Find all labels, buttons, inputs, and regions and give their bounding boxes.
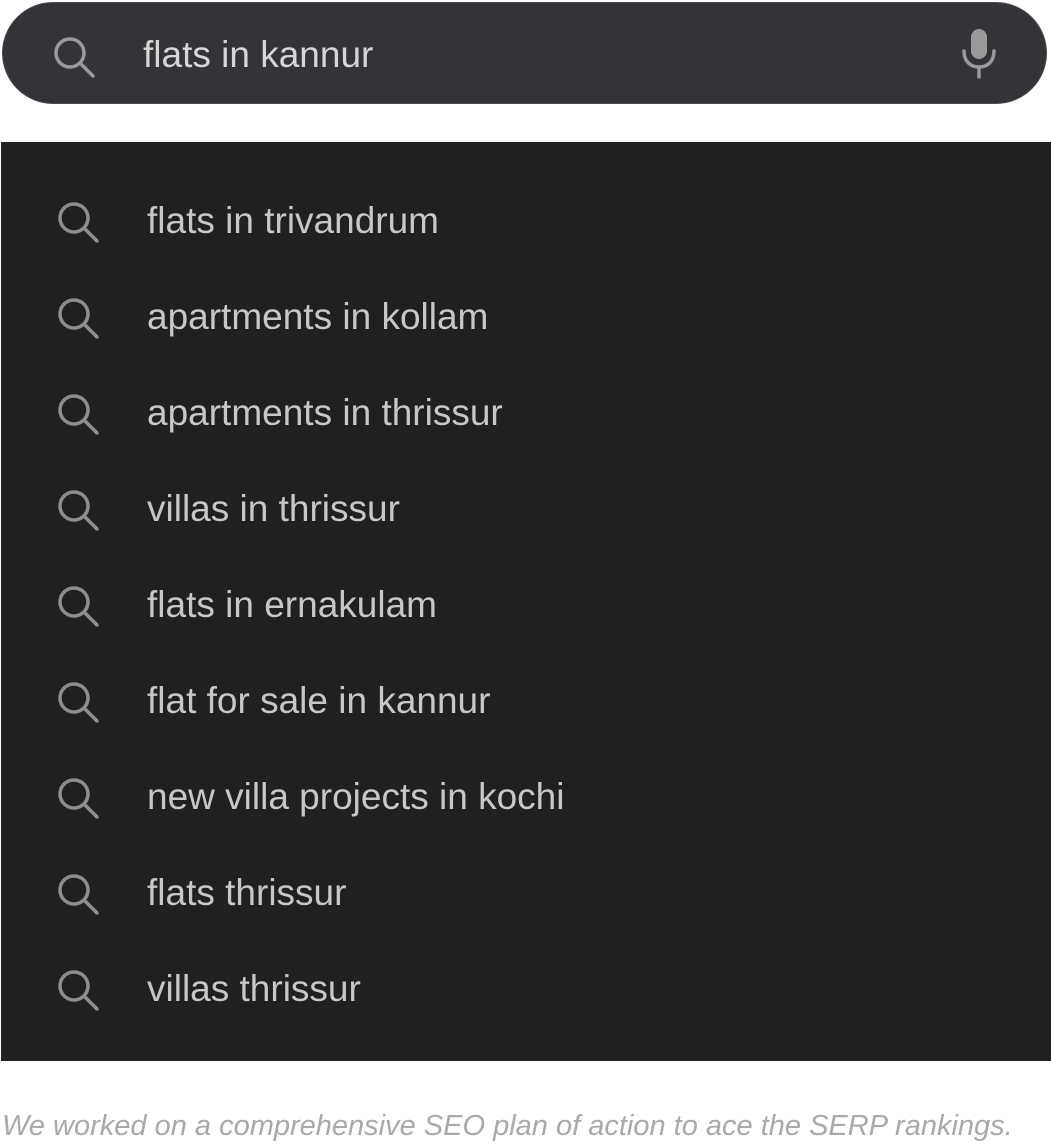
- suggestion-item[interactable]: flats thrissur: [1, 845, 1051, 941]
- suggestion-label: apartments in kollam: [147, 296, 489, 337]
- caption: We worked on a comprehensive SEO plan of…: [2, 1110, 1013, 1142]
- search-input[interactable]: [143, 29, 903, 81]
- search-icon: [58, 298, 99, 339]
- search-icon: [58, 202, 99, 243]
- search-icon: [58, 490, 99, 531]
- suggestion-list: flats in trivandrum apartments in kollam a…: [1, 142, 1051, 1061]
- search-icon: [58, 874, 99, 915]
- suggestion-item[interactable]: villas thrissur: [1, 941, 1051, 1037]
- search-icon: [58, 970, 99, 1011]
- search-icon: [58, 586, 99, 627]
- suggestion-label: villas in thrissur: [147, 488, 400, 529]
- search-icon: [58, 682, 99, 723]
- suggestion-item[interactable]: flat for sale in kannur: [1, 653, 1051, 749]
- suggestion-label: flats in trivandrum: [147, 200, 439, 241]
- suggestion-item[interactable]: apartments in thrissur: [1, 365, 1051, 461]
- microphone-icon[interactable]: [956, 27, 1002, 83]
- search-icon: [54, 37, 95, 78]
- suggestion-item[interactable]: flats in ernakulam: [1, 557, 1051, 653]
- suggestion-item[interactable]: flats in trivandrum: [1, 173, 1051, 269]
- search-icon: [58, 394, 99, 435]
- suggestion-label: flats thrissur: [147, 872, 347, 913]
- search-bar: [2, 2, 1047, 104]
- suggestion-label: villas thrissur: [147, 968, 361, 1009]
- suggestion-item[interactable]: new villa projects in kochi: [1, 749, 1051, 845]
- suggestion-item[interactable]: apartments in kollam: [1, 269, 1051, 365]
- suggestion-label: new villa projects in kochi: [147, 776, 565, 817]
- suggestion-label: flats in ernakulam: [147, 584, 437, 625]
- suggestion-label: flat for sale in kannur: [147, 680, 491, 721]
- search-icon: [58, 778, 99, 819]
- suggestion-item[interactable]: villas in thrissur: [1, 461, 1051, 557]
- suggestion-label: apartments in thrissur: [147, 392, 503, 433]
